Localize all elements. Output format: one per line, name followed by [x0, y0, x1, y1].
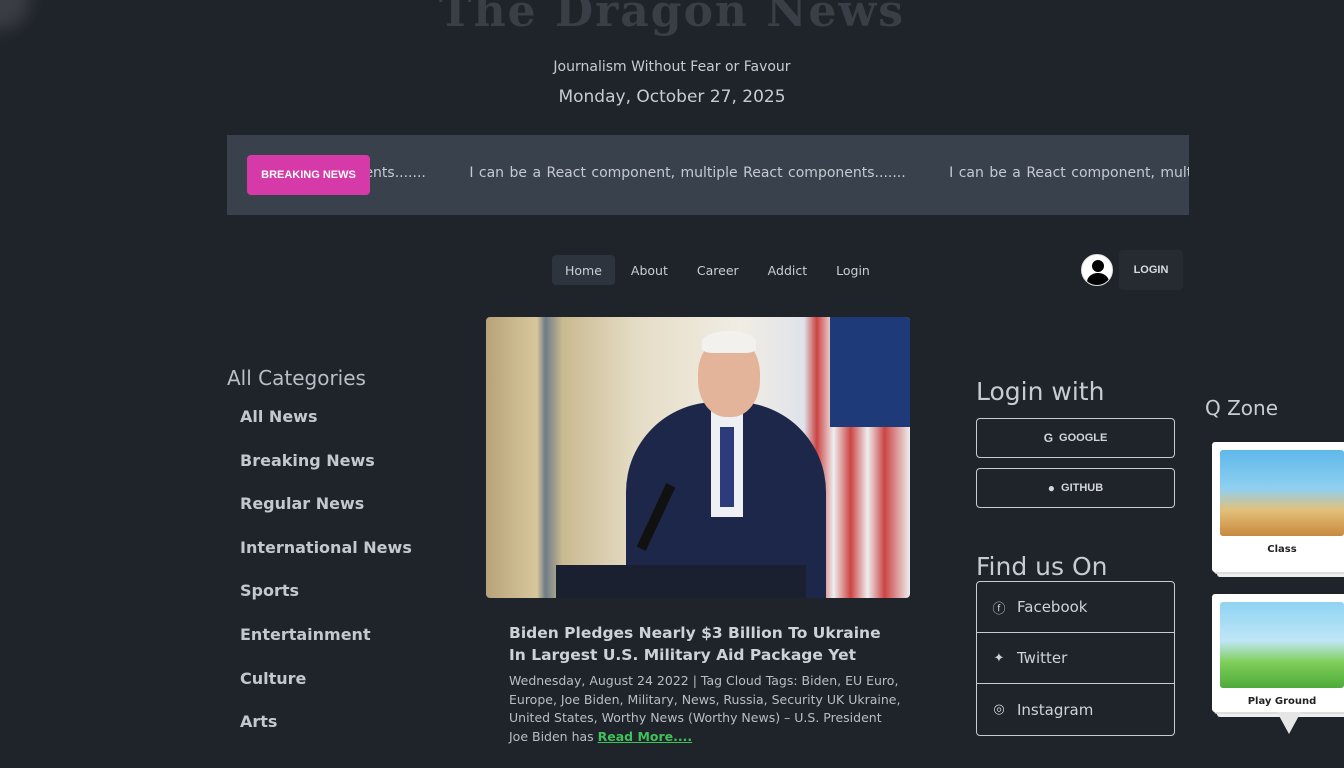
find-us-heading: Find us On: [976, 552, 1108, 581]
twitter-label: Twitter: [1017, 649, 1068, 667]
qzone-card-playground[interactable]: Play Ground: [1212, 594, 1344, 712]
news-image[interactable]: [486, 317, 910, 598]
find-us-list: ⓕ Facebook ✦ Twitter ◎ Instagram: [976, 581, 1175, 736]
ticker-marquee[interactable]: onents....... I can be a React component…: [347, 165, 1189, 181]
news-title[interactable]: Biden Pledges Nearly $3 Billion To Ukrai…: [509, 622, 889, 666]
news-card: Biden Pledges Nearly $3 Billion To Ukrai…: [486, 317, 910, 746]
qzone-card-class[interactable]: Class: [1212, 442, 1344, 572]
nav-about[interactable]: About: [618, 255, 681, 285]
nav-login[interactable]: Login: [823, 255, 883, 285]
categories-list: All News Breaking News Regular News Inte…: [227, 406, 412, 755]
categories-heading: All Categories: [227, 366, 366, 390]
google-login-button[interactable]: G GOOGLE: [976, 418, 1175, 458]
instagram-label: Instagram: [1017, 700, 1094, 719]
user-area: LOGIN: [1081, 250, 1183, 290]
category-entertainment[interactable]: Entertainment: [240, 624, 412, 668]
nav-home[interactable]: Home: [552, 255, 615, 285]
google-icon: G: [1043, 431, 1054, 445]
current-date: Monday, October 27, 2025: [558, 87, 786, 107]
category-culture[interactable]: Culture: [240, 668, 412, 712]
instagram-icon: ◎: [993, 702, 1005, 717]
breaking-news-ticker: BREAKING NEWS onents....... I can be a R…: [227, 135, 1189, 215]
qzone-section: Q Zone: [1205, 396, 1278, 420]
facebook-label: Facebook: [1017, 598, 1088, 616]
news-excerpt-text: Wednesday, August 24 2022 | Tag Cloud Ta…: [509, 673, 901, 744]
playground-image: [1220, 602, 1344, 688]
masthead-logo: The Dragon News: [438, 0, 906, 37]
breaking-news-button[interactable]: BREAKING NEWS: [247, 155, 370, 195]
nav-addict[interactable]: Addict: [755, 255, 820, 285]
right-sidebar: Login with G GOOGLE ● GITHUB Find us On …: [976, 377, 1176, 736]
ticker-item: I can be a React component, multipl: [949, 165, 1189, 181]
google-label: GOOGLE: [1059, 432, 1108, 444]
category-regular-news[interactable]: Regular News: [240, 493, 412, 537]
nav-career[interactable]: Career: [684, 255, 752, 285]
login-with-heading: Login with: [976, 377, 1105, 406]
qzone-heading: Q Zone: [1205, 396, 1279, 420]
github-label: GITHUB: [1061, 482, 1104, 494]
qzone-card-label: Play Ground: [1247, 696, 1317, 707]
github-login-button[interactable]: ● GITHUB: [976, 468, 1175, 508]
category-all-news[interactable]: All News: [240, 406, 412, 450]
main-nav: Home About Career Addict Login: [552, 255, 883, 285]
category-international-news[interactable]: International News: [240, 537, 412, 581]
class-image: [1220, 450, 1344, 536]
login-button[interactable]: LOGIN: [1119, 250, 1183, 290]
qzone-card-label: Class: [1267, 544, 1297, 555]
categories-panel: All Categories All News Breaking News Re…: [227, 366, 412, 755]
twitter-link[interactable]: ✦ Twitter: [977, 633, 1174, 684]
user-avatar-icon[interactable]: [1081, 254, 1113, 286]
github-icon: ●: [1047, 481, 1056, 495]
category-breaking-news[interactable]: Breaking News: [240, 450, 412, 494]
tagline: Journalism Without Fear or Favour: [553, 59, 791, 75]
facebook-link[interactable]: ⓕ Facebook: [977, 582, 1174, 633]
category-sports[interactable]: Sports: [240, 580, 412, 624]
pointer-arrow-icon: [1277, 712, 1301, 734]
instagram-link[interactable]: ◎ Instagram: [977, 684, 1174, 735]
facebook-icon: ⓕ: [992, 601, 1006, 617]
read-more-link[interactable]: Read More....: [598, 729, 693, 744]
twitter-icon: ✦: [993, 650, 1005, 666]
news-excerpt: Wednesday, August 24 2022 | Tag Cloud Ta…: [509, 672, 904, 746]
ticker-item: I can be a React component, multiple Rea…: [469, 165, 906, 181]
category-arts[interactable]: Arts: [240, 711, 412, 755]
